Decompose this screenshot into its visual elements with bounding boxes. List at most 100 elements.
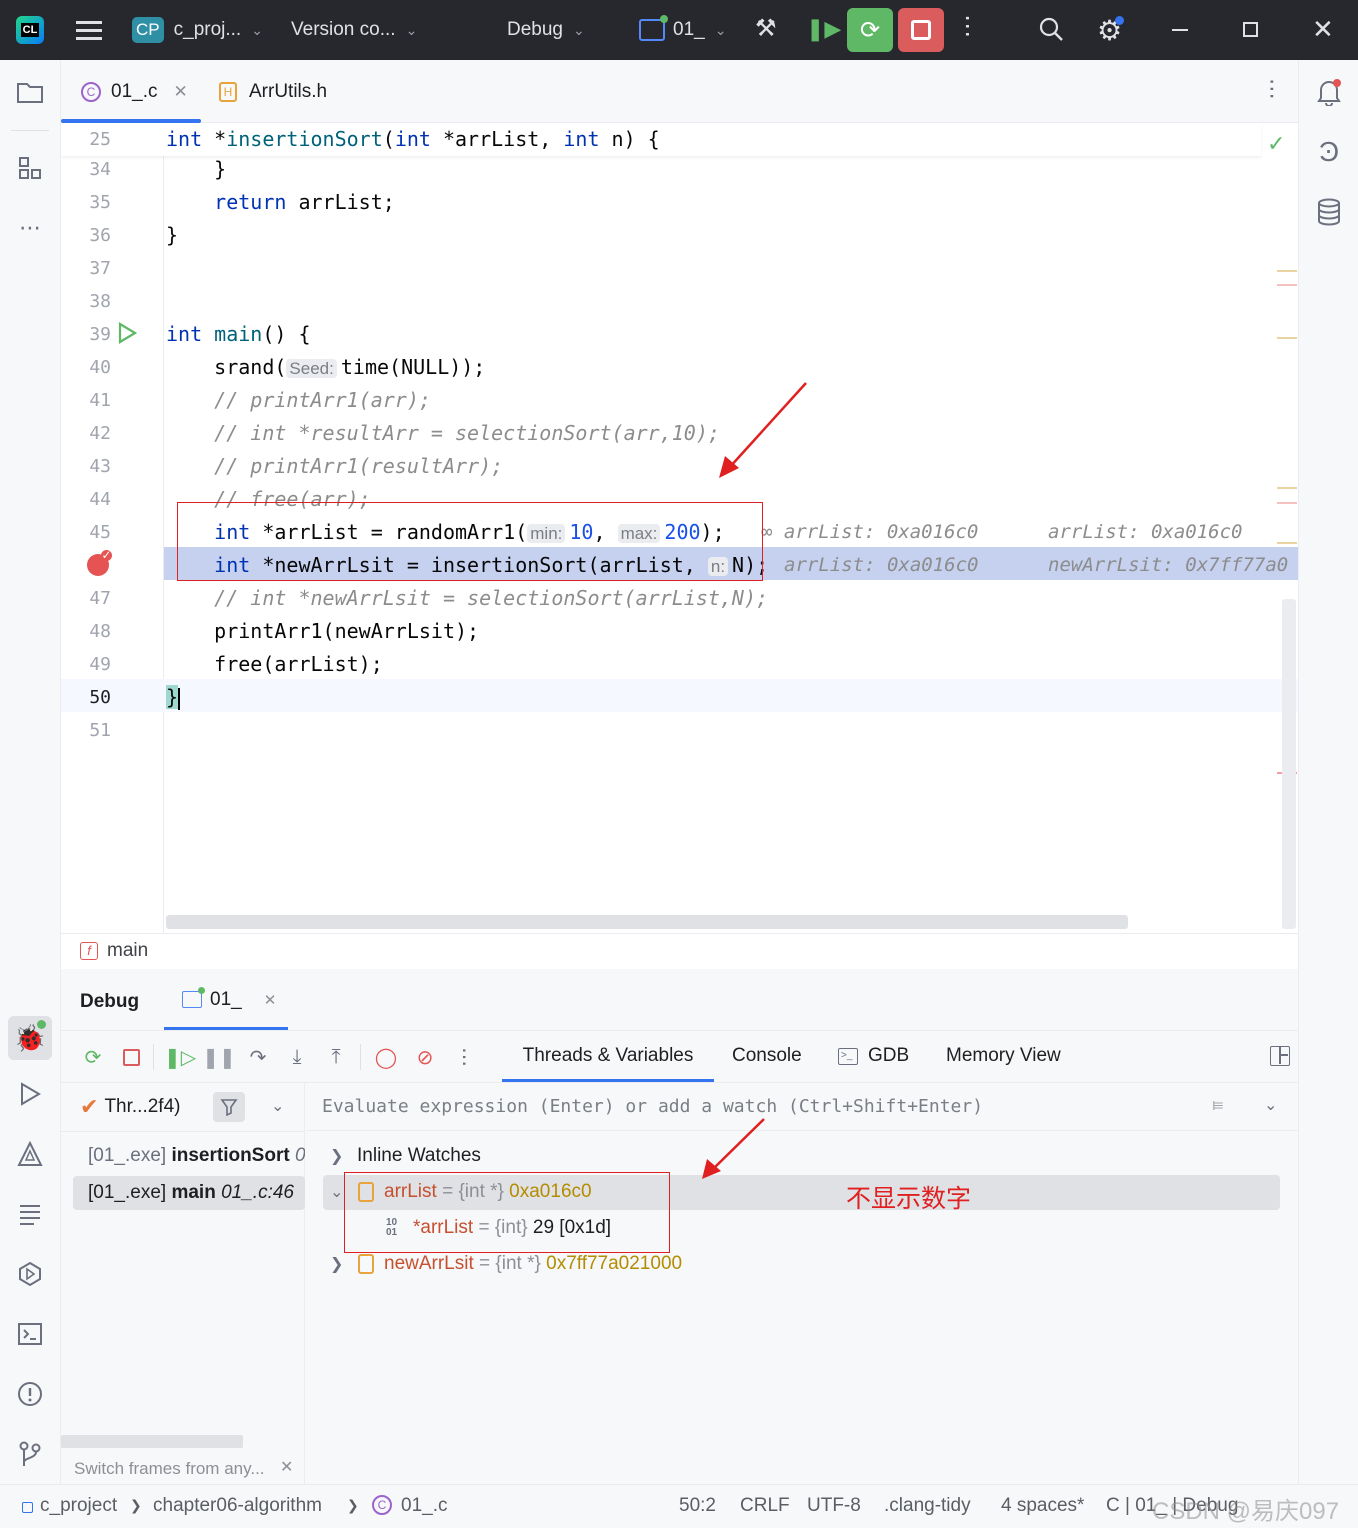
annotation-arrow — [719, 382, 807, 478]
filter-icon[interactable] — [213, 1092, 245, 1122]
line-number: 25 — [89, 129, 111, 150]
services-icon[interactable] — [14, 1258, 46, 1290]
tab-arrutils-h[interactable]: H ArrUtils.h — [219, 60, 327, 123]
indent-setting[interactable]: 4 spaces* — [1001, 1495, 1084, 1517]
problems-alert-icon[interactable] — [14, 1378, 46, 1410]
vertical-scrollbar[interactable] — [1282, 599, 1296, 929]
frame-item[interactable]: [01_.exe] insertionSort 0 — [88, 1145, 305, 1167]
close-window-icon[interactable]: ✕ — [1312, 14, 1334, 45]
ai-assistant-icon[interactable]: Ͽ — [1313, 136, 1345, 168]
chevron-down-icon: ⌄ — [573, 21, 585, 38]
line-separator[interactable]: CRLF — [740, 1495, 790, 1517]
layout-settings-icon[interactable] — [1270, 1046, 1290, 1066]
tab-options-icon[interactable]: ⋯ — [1259, 78, 1285, 100]
variable-newarrlsit[interactable]: ❯ newArrLsit = {int *} 0x7ff77a021000 — [330, 1253, 682, 1275]
thread-selector[interactable]: ✔ Thr...2f4) — [80, 1094, 180, 1120]
tab-console[interactable]: Console — [732, 1045, 802, 1067]
eval-placeholder: Evaluate expression (Enter) or add a wat… — [322, 1096, 984, 1117]
todo-list-icon[interactable] — [14, 1198, 46, 1230]
structure-icon[interactable] — [14, 152, 46, 184]
more-actions-icon[interactable]: ⋯ — [954, 14, 981, 38]
stop-button[interactable] — [898, 8, 944, 52]
frame-item-selected[interactable]: [01_.exe] main 01_.c:46 — [73, 1176, 305, 1210]
chevron-down-icon[interactable]: ⌄ — [1264, 1095, 1277, 1115]
inline-watches-label: Inline Watches — [357, 1145, 481, 1166]
code-line: } — [214, 157, 227, 181]
code-editor[interactable]: ✓ 25 int *insertionSort(int *arrList, in… — [61, 123, 1298, 933]
tab-gdb[interactable]: >_ GDB — [838, 1045, 909, 1067]
project-badge: CP — [132, 17, 164, 43]
close-tab-icon[interactable]: ✕ — [173, 82, 187, 102]
line-number: 40 — [89, 357, 111, 378]
rerun-debug-icon[interactable]: ⟳ — [80, 1044, 106, 1070]
tab-01-c[interactable]: C 01_.c ✕ — [61, 60, 201, 123]
line-number: 43 — [89, 456, 111, 477]
vcs-widget[interactable]: Version co... ⌄ — [291, 0, 417, 60]
code-inspector[interactable]: .clang-tidy — [884, 1495, 971, 1517]
tab-label: GDB — [868, 1045, 910, 1066]
breakpoint-icon[interactable]: ✓ — [87, 549, 112, 576]
frames-scrollbar[interactable] — [61, 1435, 243, 1448]
resume-icon[interactable]: ❚▶ — [806, 16, 841, 42]
step-into-icon[interactable]: ⤓ — [284, 1044, 310, 1070]
debug-tool-icon[interactable]: 🐞 — [8, 1016, 52, 1060]
problems-triangle-icon[interactable] — [14, 1138, 46, 1170]
git-branch-icon[interactable] — [14, 1438, 46, 1470]
project-folder-icon[interactable] — [14, 76, 46, 108]
step-over-icon[interactable]: ↷ — [245, 1044, 271, 1070]
code-line: // printArr1(arr); — [214, 388, 431, 412]
app-logo-icon[interactable]: CL — [16, 16, 44, 44]
right-tool-strip: Ͽ — [1298, 60, 1358, 1484]
stop-debug-icon[interactable] — [118, 1044, 144, 1070]
build-config-label: Debug — [507, 19, 563, 40]
chevron-right-icon: ❯ — [330, 1256, 344, 1273]
mute-breakpoints-icon[interactable]: ⊘ — [412, 1044, 438, 1070]
status-crumb[interactable]: c_project — [40, 1495, 117, 1517]
build-config-select[interactable]: Debug ⌄ — [507, 0, 585, 60]
line-number: 36 — [89, 225, 111, 246]
view-breakpoints-icon[interactable]: ◯ — [373, 1044, 399, 1070]
project-name: c_proj... — [173, 19, 242, 40]
run-gutter-icon[interactable] — [117, 322, 138, 349]
check-icon: ✔ — [80, 1094, 99, 1119]
settings-gear-icon[interactable]: ⚙ — [1097, 14, 1125, 47]
status-crumb[interactable]: 01_.c — [401, 1495, 447, 1517]
inline-watches-node[interactable]: ❯ Inline Watches — [330, 1145, 481, 1167]
session-tab[interactable]: 01_ ✕ — [164, 969, 288, 1030]
minimize-icon[interactable] — [1172, 29, 1188, 31]
run-tool-icon[interactable] — [14, 1078, 46, 1110]
status-crumb[interactable]: chapter06-algorithm — [153, 1495, 322, 1517]
pause-program-icon[interactable]: ❚❚ — [202, 1044, 236, 1070]
code-breadcrumb[interactable]: f main — [61, 933, 1298, 969]
build-hammer-icon[interactable]: ⚒ — [755, 14, 777, 43]
more-debug-actions-icon[interactable]: ⋯ — [451, 1044, 477, 1070]
horizontal-scrollbar[interactable] — [166, 915, 1128, 929]
maximize-icon[interactable] — [1243, 22, 1258, 37]
project-widget[interactable]: CP c_proj... ⌄ — [132, 0, 263, 60]
terminal-icon[interactable] — [14, 1318, 46, 1350]
file-encoding[interactable]: UTF-8 — [807, 1495, 861, 1517]
caret-position[interactable]: 50:2 — [679, 1495, 716, 1517]
close-session-icon[interactable]: ✕ — [264, 991, 277, 1009]
chevron-right-icon: ❯ — [130, 1497, 142, 1513]
debug-rerun-button[interactable]: ⟳ — [847, 8, 893, 52]
resume-program-icon[interactable]: ❚▷ — [164, 1044, 196, 1070]
main-menu-icon[interactable] — [76, 18, 102, 42]
run-target-select[interactable]: 01_ ⌄ — [639, 0, 726, 60]
database-icon[interactable] — [1313, 196, 1345, 228]
notifications-bell-icon[interactable] — [1313, 76, 1345, 108]
breadcrumb-function[interactable]: main — [107, 940, 148, 962]
debug-title: Debug — [80, 991, 140, 1012]
add-watch-icon[interactable]: ⫢ — [1212, 1093, 1224, 1116]
more-tools-icon[interactable]: ⋯ — [14, 212, 46, 244]
evaluate-expression-input[interactable]: Evaluate expression (Enter) or add a wat… — [306, 1083, 1298, 1131]
chevron-down-icon[interactable]: ⌄ — [271, 1096, 284, 1116]
close-hint-icon[interactable]: ✕ — [280, 1457, 293, 1477]
line-number: 45 — [89, 522, 111, 543]
tab-memory-view[interactable]: Memory View — [946, 1045, 1061, 1067]
line-number: 38 — [89, 291, 111, 312]
step-out-icon[interactable]: ⤒ — [323, 1044, 349, 1070]
line-number: 48 — [89, 621, 111, 642]
search-icon[interactable] — [1038, 16, 1064, 42]
tab-threads-variables[interactable]: Threads & Variables — [502, 1030, 714, 1082]
